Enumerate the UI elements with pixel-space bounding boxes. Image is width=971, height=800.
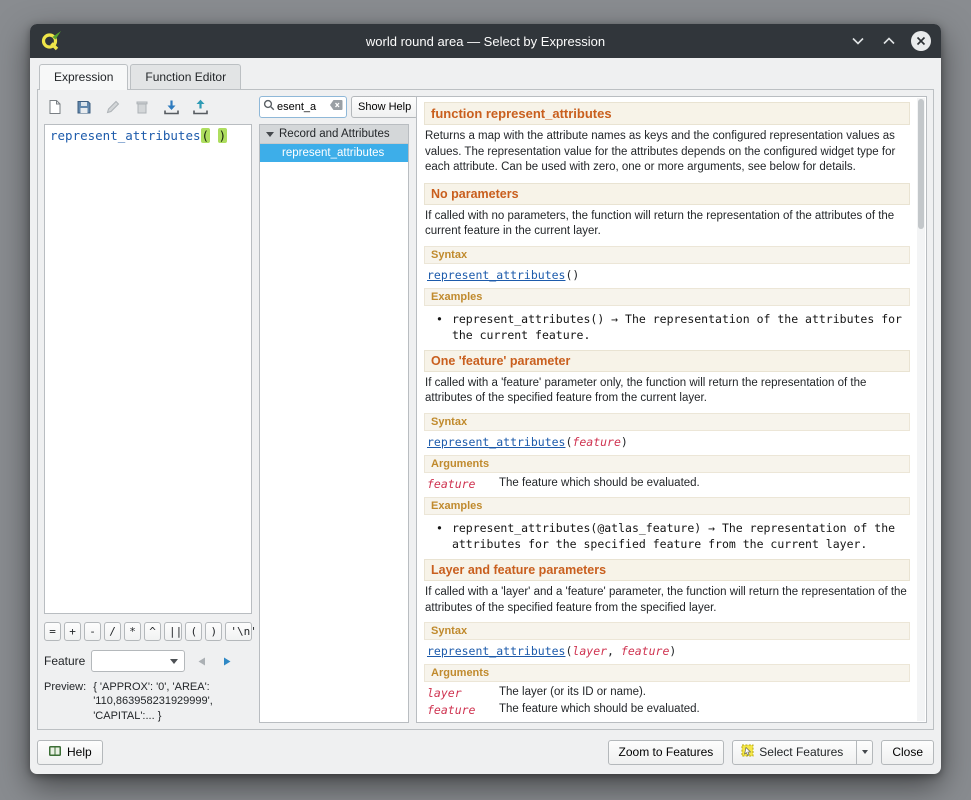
expression-builder-frame: represent_attributes( ) =+-/*^||()'\n' F… bbox=[37, 89, 934, 730]
new-expression-button[interactable] bbox=[44, 96, 66, 118]
help-h3: Syntax bbox=[424, 246, 910, 264]
help-syntax: represent_attributes() bbox=[427, 268, 907, 282]
import-expressions-button[interactable] bbox=[160, 96, 182, 118]
help-para: If called with a 'layer' and a 'feature'… bbox=[425, 585, 909, 616]
save-expression-button[interactable] bbox=[73, 96, 95, 118]
operator-button[interactable]: / bbox=[104, 622, 121, 641]
help-h2: No parameters bbox=[424, 183, 910, 205]
help-button-label: Help bbox=[67, 745, 92, 759]
select-by-expression-dialog: world round area — Select by Expression … bbox=[30, 24, 941, 774]
tab-expression[interactable]: Expression bbox=[39, 64, 128, 90]
help-book-icon bbox=[48, 744, 62, 761]
window-title: world round area — Select by Expression bbox=[90, 34, 881, 49]
tree-item-represent-attributes[interactable]: represent_attributes bbox=[260, 144, 408, 162]
help-syntax: represent_attributes(layer, feature) bbox=[427, 644, 907, 658]
preview-row: Preview: { 'APPROX': '0', 'AREA': '110,8… bbox=[44, 680, 252, 723]
clear-search-icon[interactable] bbox=[329, 98, 343, 116]
function-tree: Record and Attributes represent_attribut… bbox=[259, 124, 409, 723]
open-paren: ( bbox=[201, 128, 211, 143]
search-input[interactable] bbox=[277, 101, 327, 113]
help-h3: Arguments bbox=[424, 664, 910, 682]
help-args: layerThe layer (or its ID or name).featu… bbox=[427, 686, 907, 717]
select-features-button[interactable]: Select Features bbox=[733, 741, 851, 764]
help-h2: One 'feature' parameter bbox=[424, 350, 910, 372]
select-features-dropdown[interactable] bbox=[856, 741, 872, 764]
preview-label: Preview: bbox=[44, 680, 86, 723]
feature-label: Feature bbox=[44, 654, 85, 668]
expression-text: represent_attributes bbox=[50, 128, 201, 143]
close-paren: ) bbox=[218, 128, 228, 143]
help-scrollbar[interactable] bbox=[917, 98, 925, 721]
next-feature-button[interactable] bbox=[217, 651, 237, 671]
feature-row: Feature bbox=[44, 650, 252, 672]
dropdown-arrow-icon bbox=[862, 750, 868, 754]
preview-value: { 'APPROX': '0', 'AREA': '110,8639582319… bbox=[93, 680, 241, 723]
help-button[interactable]: Help bbox=[37, 740, 103, 765]
shade-window-button[interactable] bbox=[849, 32, 867, 50]
help-para: Returns a map with the attribute names a… bbox=[425, 129, 909, 176]
edit-expression-button[interactable] bbox=[102, 96, 124, 118]
help-h3: Syntax bbox=[424, 413, 910, 431]
expression-panel: represent_attributes( ) =+-/*^||()'\n' F… bbox=[44, 96, 252, 723]
help-body: function represent_attributes Returns a … bbox=[417, 97, 917, 722]
select-features-split-button: Select Features bbox=[732, 740, 873, 765]
export-expressions-button[interactable] bbox=[189, 96, 211, 118]
prev-feature-button[interactable] bbox=[191, 651, 211, 671]
help-syntax: represent_attributes(feature) bbox=[427, 435, 907, 449]
operator-button[interactable]: || bbox=[164, 622, 182, 641]
help-h3: Examples bbox=[424, 497, 910, 515]
tree-group-record-and-attributes[interactable]: Record and Attributes bbox=[260, 125, 408, 144]
close-button[interactable]: Close bbox=[881, 740, 934, 765]
tree-group-label: Record and Attributes bbox=[279, 128, 390, 140]
feature-combobox[interactable] bbox=[91, 650, 185, 672]
search-box[interactable] bbox=[259, 96, 347, 118]
operator-button[interactable]: ( bbox=[185, 622, 202, 641]
qgis-logo-icon bbox=[40, 29, 64, 53]
tab-function-editor[interactable]: Function Editor bbox=[130, 64, 241, 90]
show-help-button[interactable]: Show Help bbox=[351, 96, 418, 118]
paren-space bbox=[210, 128, 218, 143]
operator-button[interactable]: ^ bbox=[144, 622, 161, 641]
help-h2: Layer and feature parameters bbox=[424, 559, 910, 581]
tab-bar: Expression Function Editor bbox=[30, 58, 941, 89]
operator-button[interactable]: - bbox=[84, 622, 101, 641]
expression-toolbar bbox=[44, 96, 252, 118]
help-para: If called with a 'feature' parameter onl… bbox=[425, 376, 909, 407]
help-example: •represent_attributes() → The representa… bbox=[436, 311, 908, 343]
help-scrollbar-thumb[interactable] bbox=[918, 99, 924, 229]
help-args: featureThe feature which should be evalu… bbox=[427, 477, 907, 491]
dialog-footer: Help Zoom to Features Select Features Cl… bbox=[37, 737, 934, 767]
search-icon bbox=[263, 98, 275, 116]
help-para: If called with no parameters, the functi… bbox=[425, 209, 909, 240]
operator-button[interactable]: = bbox=[44, 622, 61, 641]
help-h3: Examples bbox=[424, 288, 910, 306]
operator-button[interactable]: + bbox=[64, 622, 81, 641]
close-window-button[interactable] bbox=[911, 31, 931, 51]
operator-button[interactable]: '\n' bbox=[225, 622, 252, 641]
help-title: function represent_attributes bbox=[424, 102, 910, 125]
help-h3: Syntax bbox=[424, 622, 910, 640]
operator-buttons: =+-/*^||()'\n' bbox=[44, 622, 252, 641]
delete-expression-button[interactable] bbox=[131, 96, 153, 118]
select-features-icon bbox=[741, 744, 754, 760]
maximize-window-button[interactable] bbox=[880, 32, 898, 50]
operator-button[interactable]: * bbox=[124, 622, 141, 641]
expression-editor[interactable]: represent_attributes( ) bbox=[44, 124, 252, 614]
help-example: •represent_attributes(@atlas_feature) → … bbox=[436, 520, 908, 552]
titlebar[interactable]: world round area — Select by Expression bbox=[30, 24, 941, 58]
tree-expand-icon bbox=[266, 132, 274, 137]
combo-arrow-icon bbox=[170, 659, 178, 664]
function-list-panel: Show Help Record and Attributes represen… bbox=[259, 96, 409, 723]
zoom-to-features-button[interactable]: Zoom to Features bbox=[608, 740, 725, 765]
operator-button[interactable]: ) bbox=[205, 622, 222, 641]
select-features-label: Select Features bbox=[759, 745, 843, 759]
function-help-panel: function represent_attributes Returns a … bbox=[416, 96, 927, 723]
help-h3: Arguments bbox=[424, 455, 910, 473]
